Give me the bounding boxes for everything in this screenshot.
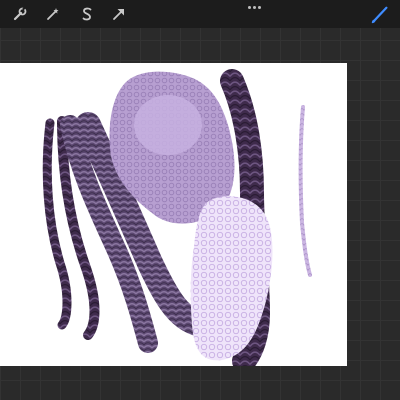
move-arrow-icon <box>113 9 124 20</box>
paintbrush-icon <box>371 6 388 24</box>
selection-button[interactable] <box>76 4 98 24</box>
top-toolbar <box>0 0 400 28</box>
more-options-button[interactable] <box>246 2 262 12</box>
actions-button[interactable] <box>9 4 31 24</box>
selection-s-icon <box>82 7 92 21</box>
magic-wand-icon <box>47 8 59 20</box>
brush-strokes <box>42 69 312 366</box>
small-braid-stroke <box>298 105 312 277</box>
ellipsis-icon <box>247 5 251 9</box>
drawing-canvas[interactable] <box>0 63 347 366</box>
transform-button[interactable] <box>108 4 130 24</box>
brush-tool-button[interactable] <box>368 4 392 26</box>
adjustments-button[interactable] <box>42 4 64 24</box>
wrench-icon <box>13 6 27 21</box>
